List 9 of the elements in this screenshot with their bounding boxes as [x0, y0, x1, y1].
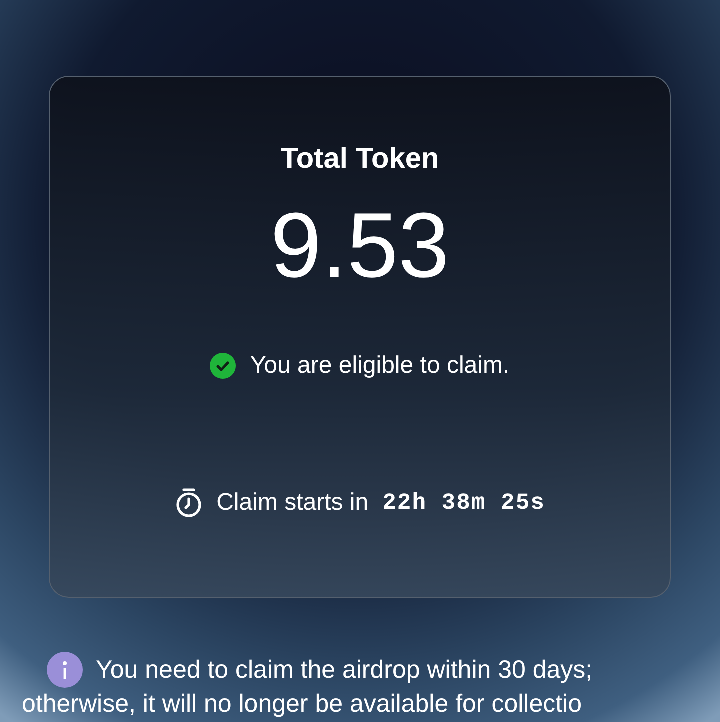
stopwatch-icon	[174, 488, 203, 518]
countdown-label: Claim starts in	[216, 489, 369, 517]
eligibility-text: You are eligible to claim.	[250, 352, 510, 380]
notice-text: You need to claim the airdrop within 30 days;	[96, 656, 593, 684]
token-amount: 9.53	[270, 196, 450, 296]
info-icon	[47, 652, 83, 688]
notice-text: otherwise, it will no longer be available for collectio	[22, 690, 584, 719]
card-title: Total Token	[280, 143, 440, 176]
countdown-time: 22h 38m 25s	[382, 490, 546, 516]
